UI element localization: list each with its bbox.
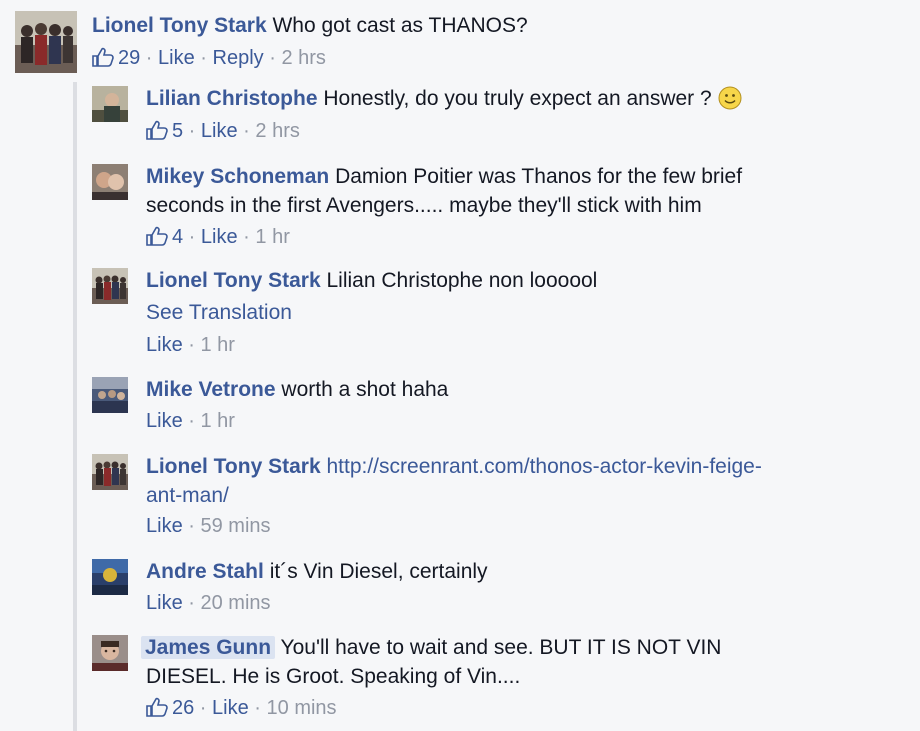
reply-text: Mikey Schoneman Damion Poitier was Thano…: [146, 162, 742, 191]
like-button[interactable]: Like: [201, 226, 238, 248]
reply-text-line2: DIESEL. He is Groot. Speaking of Vin....: [146, 662, 520, 691]
timestamp[interactable]: 1 hr: [200, 334, 234, 356]
reply-actions: 26 · Like · 10 mins: [146, 695, 337, 724]
like-count[interactable]: 29: [118, 47, 140, 69]
reply-actions: Like · 20 mins: [146, 590, 271, 616]
avatar[interactable]: [92, 635, 128, 671]
reply-text-line2: seconds in the first Avengers..... maybe…: [146, 191, 702, 220]
thumbs-up-icon: [92, 47, 114, 74]
reply-text: Lionel Tony Stark http://screenrant.com/…: [146, 452, 762, 481]
reply-author[interactable]: Lionel Tony Stark: [146, 269, 321, 292]
separator-dot: ·: [182, 410, 201, 432]
separator-dot: ·: [194, 47, 213, 69]
like-count[interactable]: 4: [172, 226, 183, 248]
reply-link-line2[interactable]: ant-man/: [146, 481, 229, 510]
reply-actions: Like · 59 mins: [146, 513, 271, 539]
comment-text: Lionel Tony Stark Who got cast as THANOS…: [92, 11, 528, 40]
reply-author[interactable]: Lionel Tony Stark: [146, 455, 321, 478]
like-count[interactable]: 26: [172, 697, 194, 719]
smile-emoji-icon: [718, 86, 742, 118]
reply-body-line2: seconds in the first Avengers..... maybe…: [146, 194, 702, 217]
avatar[interactable]: [92, 86, 128, 122]
like-button[interactable]: Like: [146, 515, 183, 537]
reply-body-line2: DIESEL. He is Groot. Speaking of Vin....: [146, 665, 521, 688]
timestamp[interactable]: 1 hr: [200, 410, 234, 432]
reply-body-line1: You'll have to wait and see. BUT IT IS N…: [280, 636, 722, 659]
avatar[interactable]: [92, 268, 128, 304]
reply-actions: 4 · Like · 1 hr: [146, 224, 290, 253]
reply-actions: Like · 1 hr: [146, 408, 235, 434]
reply-actions: 5 · Like · 2 hrs: [146, 118, 300, 147]
separator-dot: ·: [182, 334, 201, 356]
like-button[interactable]: Like: [146, 334, 183, 356]
reply-button[interactable]: Reply: [213, 47, 264, 69]
avatar[interactable]: [92, 377, 128, 413]
separator-dot: ·: [263, 47, 282, 69]
like-count[interactable]: 5: [172, 120, 183, 142]
timestamp[interactable]: 10 mins: [267, 697, 337, 719]
reply-body: Honestly, do you truly expect an answer …: [323, 87, 712, 110]
comment-author[interactable]: Lionel Tony Stark: [92, 14, 267, 37]
reply-body: it´s Vin Diesel, certainly: [269, 560, 488, 583]
separator-dot: ·: [182, 515, 201, 537]
reply-author[interactable]: James Gunn: [141, 636, 276, 659]
like-button[interactable]: Like: [158, 47, 195, 69]
comment-actions: 29 · Like · Reply · 2 hrs: [92, 45, 326, 74]
reply-body: worth a shot haha: [281, 378, 449, 401]
separator-dot: ·: [183, 226, 201, 248]
like-button[interactable]: Like: [201, 120, 238, 142]
comment-thread: Lionel Tony Stark Who got cast as THANOS…: [0, 0, 920, 731]
reply-body: Lilian Christophe non loooool: [326, 269, 598, 292]
like-button[interactable]: Like: [212, 697, 249, 719]
avatar[interactable]: [15, 11, 77, 73]
timestamp[interactable]: 59 mins: [200, 515, 270, 537]
reply-thread-line: [73, 82, 77, 731]
reply-text: Lilian Christophe Honestly, do you truly…: [146, 84, 742, 118]
reply-text: Andre Stahl it´s Vin Diesel, certainly: [146, 557, 488, 586]
reply-author[interactable]: Lilian Christophe: [146, 87, 318, 110]
reply-author[interactable]: Mikey Schoneman: [146, 165, 329, 188]
avatar[interactable]: [92, 454, 128, 490]
reply-link-line1[interactable]: http://screenrant.com/thonos-actor-kevin…: [326, 455, 761, 478]
separator-dot: ·: [183, 120, 201, 142]
separator-dot: ·: [237, 226, 256, 248]
see-translation-link[interactable]: See Translation: [146, 298, 292, 327]
reply-author[interactable]: Andre Stahl: [146, 560, 264, 583]
separator-dot: ·: [182, 592, 201, 614]
reply-text: Lionel Tony Stark Lilian Christophe non …: [146, 266, 597, 295]
like-button[interactable]: Like: [146, 410, 183, 432]
separator-dot: ·: [194, 697, 213, 719]
like-button[interactable]: Like: [146, 592, 183, 614]
avatar[interactable]: [92, 164, 128, 200]
timestamp[interactable]: 2 hrs: [281, 47, 325, 69]
reply-actions: Like · 1 hr: [146, 332, 235, 358]
timestamp[interactable]: 20 mins: [200, 592, 270, 614]
reply-author[interactable]: Mike Vetrone: [146, 378, 276, 401]
timestamp[interactable]: 2 hrs: [255, 120, 299, 142]
separator-dot: ·: [237, 120, 256, 142]
thumbs-up-icon: [146, 120, 168, 147]
separator-dot: ·: [140, 47, 159, 69]
thumbs-up-icon: [146, 697, 168, 724]
reply-text: Mike Vetrone worth a shot haha: [146, 375, 448, 404]
separator-dot: ·: [248, 697, 267, 719]
comment-body: Who got cast as THANOS?: [272, 14, 528, 37]
avatar[interactable]: [92, 559, 128, 595]
thumbs-up-icon: [146, 226, 168, 253]
reply-text: James Gunn You'll have to wait and see. …: [141, 633, 721, 662]
timestamp[interactable]: 1 hr: [255, 226, 289, 248]
reply-body-line1: Damion Poitier was Thanos for the few br…: [335, 165, 743, 188]
